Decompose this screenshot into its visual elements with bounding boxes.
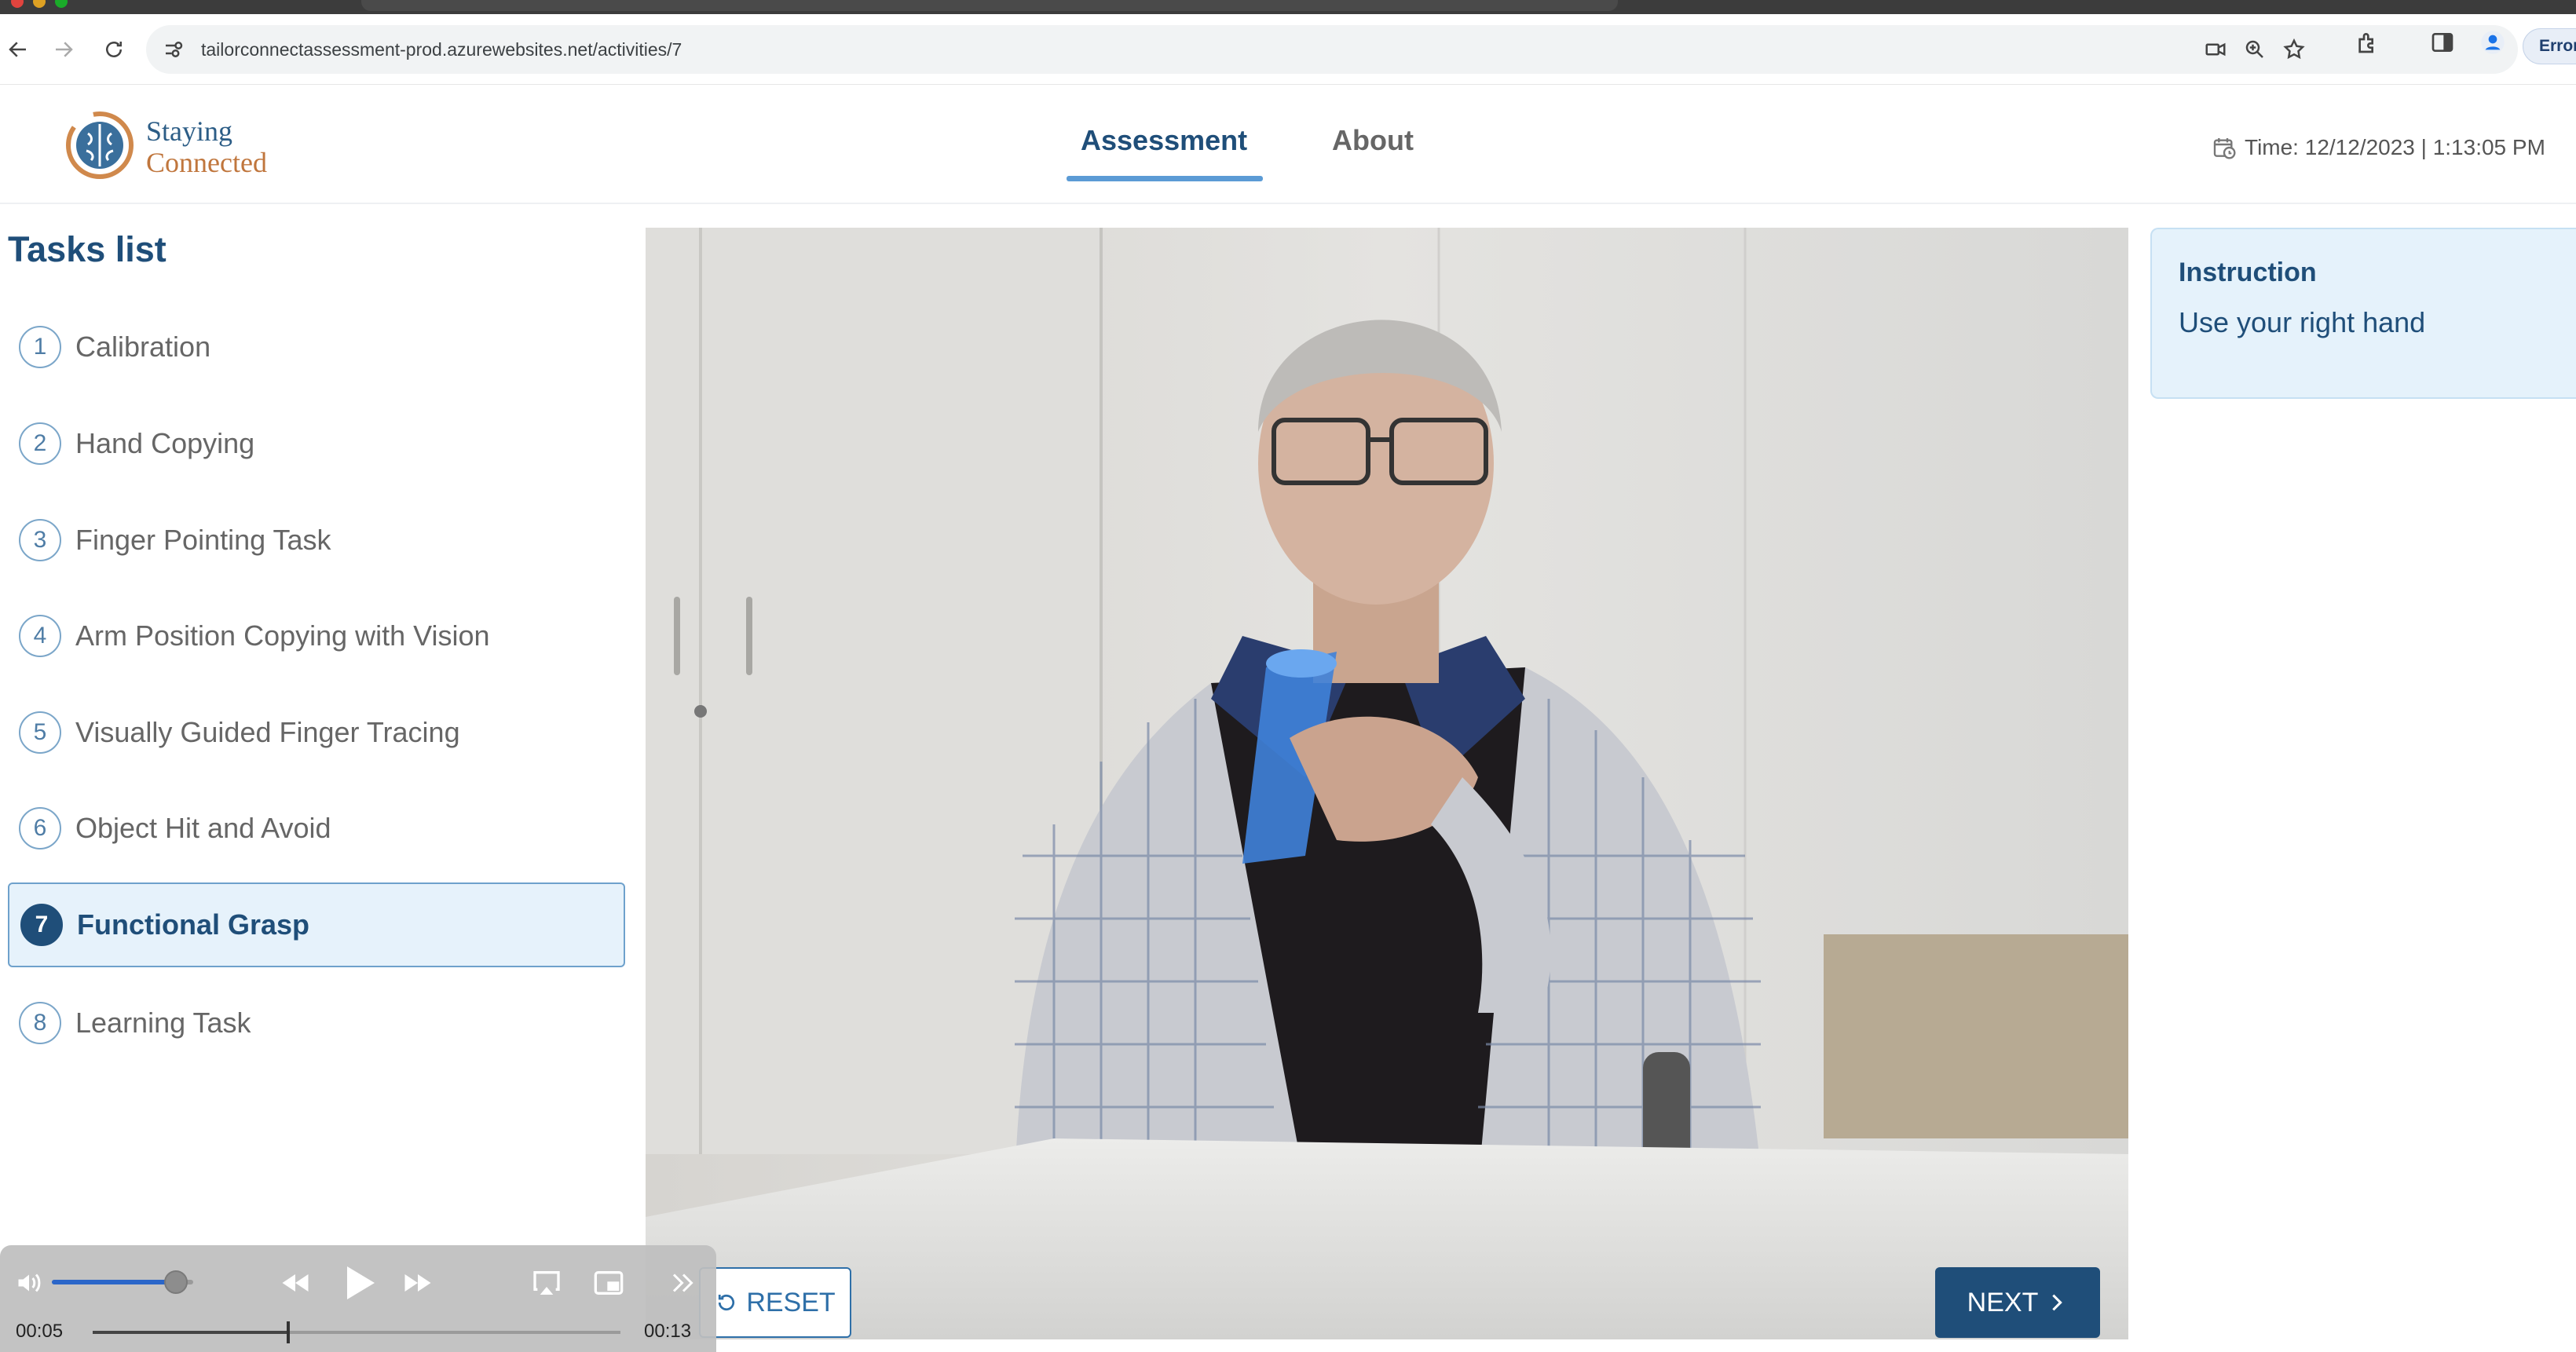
reset-button-label: RESET <box>746 1287 836 1317</box>
window-minimize-dot[interactable] <box>33 0 46 8</box>
nav-tab-about[interactable]: About <box>1332 124 1414 163</box>
side-panel-icon[interactable] <box>2430 30 2455 55</box>
arrow-left-icon <box>9 42 26 57</box>
task-label: Arm Position Copying with Vision <box>75 619 490 652</box>
volume-level-fill <box>52 1280 177 1284</box>
task-label: Learning Task <box>75 1007 251 1039</box>
time-text: Time: 12/12/2023 | 1:13:05 PM <box>2245 135 2545 159</box>
window-close-dot[interactable] <box>11 0 24 8</box>
forward-button[interactable] <box>46 31 82 68</box>
task-label: Functional Grasp <box>77 908 310 941</box>
task-label: Finger Pointing Task <box>75 524 331 556</box>
browser-tabstrip <box>0 0 2576 14</box>
camera-frame-image <box>646 228 2128 1339</box>
camera-feed <box>646 228 2128 1339</box>
rewind-icon[interactable] <box>275 1266 316 1300</box>
picture-in-picture-icon[interactable] <box>591 1267 627 1299</box>
app-header: Staying Connected Assessment About Time:… <box>0 85 2576 204</box>
task-label: Calibration <box>75 331 211 363</box>
video-progress-knob[interactable] <box>286 1321 290 1343</box>
current-time: 00:05 <box>16 1321 64 1342</box>
task-label: Object Hit and Avoid <box>75 812 331 844</box>
logo-text-staying: Staying <box>146 115 233 147</box>
task-item-functional-grasp[interactable]: 7 Functional Grasp <box>8 882 625 967</box>
site-settings-icon[interactable] <box>162 38 185 61</box>
task-item-hand-copying[interactable]: 2 Hand Copying <box>8 401 625 486</box>
task-number-badge: 6 <box>19 807 61 850</box>
browser-toolbar: tailorconnectassessment-prod.azurewebsit… <box>0 14 2576 85</box>
task-number-badge: 1 <box>19 326 61 368</box>
instruction-title: Instruction <box>2179 258 2317 287</box>
volume-slider-knob[interactable] <box>164 1270 188 1294</box>
profile-avatar-icon[interactable] <box>2480 30 2505 55</box>
task-item-learning-task[interactable]: 8 Learning Task <box>8 981 625 1065</box>
reload-button[interactable] <box>96 31 132 68</box>
brain-logo-icon <box>66 111 134 179</box>
instruction-panel: Instruction Use your right hand <box>2150 228 2576 399</box>
logo[interactable]: Staying Connected <box>64 108 300 187</box>
url-text[interactable]: tailorconnectassessment-prod.azurewebsit… <box>201 25 682 74</box>
task-label: Hand Copying <box>75 427 255 459</box>
chevron-right-icon <box>2052 1294 2063 1311</box>
logo-text-connected: Connected <box>146 147 267 178</box>
task-item-finger-tracing[interactable]: 5 Visually Guided Finger Tracing <box>8 690 625 775</box>
airplay-icon[interactable] <box>531 1267 562 1299</box>
task-number-badge: 8 <box>19 1002 61 1044</box>
next-button[interactable]: NEXT <box>1935 1267 2100 1338</box>
reset-button[interactable]: RESET <box>699 1267 851 1338</box>
task-item-calibration[interactable]: 1 Calibration <box>8 305 625 389</box>
calendar-clock-icon <box>2213 138 2236 159</box>
task-number-badge: 5 <box>19 711 61 754</box>
task-number-badge: 2 <box>19 422 61 465</box>
task-number-badge: 4 <box>19 615 61 657</box>
camera-in-use-icon[interactable] <box>2204 38 2227 61</box>
play-icon[interactable] <box>336 1261 380 1305</box>
bookmark-star-icon[interactable] <box>2282 38 2306 61</box>
reload-icon <box>106 42 122 57</box>
video-player-controls: 00:05 00:13 <box>0 1245 716 1352</box>
video-progress-fill <box>93 1331 288 1334</box>
active-browser-tab[interactable] <box>361 0 1618 11</box>
active-tab-indicator <box>1067 176 1263 181</box>
nav-tab-assessment[interactable]: Assessment <box>1081 124 1247 163</box>
window-zoom-dot[interactable] <box>55 0 68 8</box>
tasks-list-title: Tasks list <box>8 229 166 269</box>
session-time: Time: 12/12/2023 | 1:13:05 PM <box>2212 132 2545 163</box>
address-bar[interactable]: tailorconnectassessment-prod.azurewebsit… <box>146 25 2518 74</box>
task-number-badge: 7 <box>20 904 63 946</box>
task-number-badge: 3 <box>19 519 61 561</box>
reset-arrow-icon <box>719 1294 735 1311</box>
extensions-icon[interactable] <box>2355 30 2380 55</box>
profile-error-chip[interactable]: Error <box>2523 28 2576 64</box>
instruction-text: Use your right hand <box>2179 306 2426 338</box>
task-item-finger-pointing[interactable]: 3 Finger Pointing Task <box>8 498 625 583</box>
task-label: Visually Guided Finger Tracing <box>75 716 460 748</box>
more-controls-icon[interactable] <box>669 1269 697 1297</box>
zoom-icon[interactable] <box>2243 38 2267 61</box>
arrow-right-icon <box>56 42 73 57</box>
next-button-label: NEXT <box>1967 1287 2039 1317</box>
fast-forward-icon[interactable] <box>397 1266 438 1300</box>
back-button[interactable] <box>0 31 36 68</box>
volume-icon[interactable] <box>14 1269 44 1297</box>
duration-time: 00:13 <box>644 1321 692 1342</box>
task-item-object-hit-avoid[interactable]: 6 Object Hit and Avoid <box>8 786 625 871</box>
video-progress-bar[interactable] <box>93 1321 620 1343</box>
task-item-arm-position-copying[interactable]: 4 Arm Position Copying with Vision <box>8 594 625 678</box>
